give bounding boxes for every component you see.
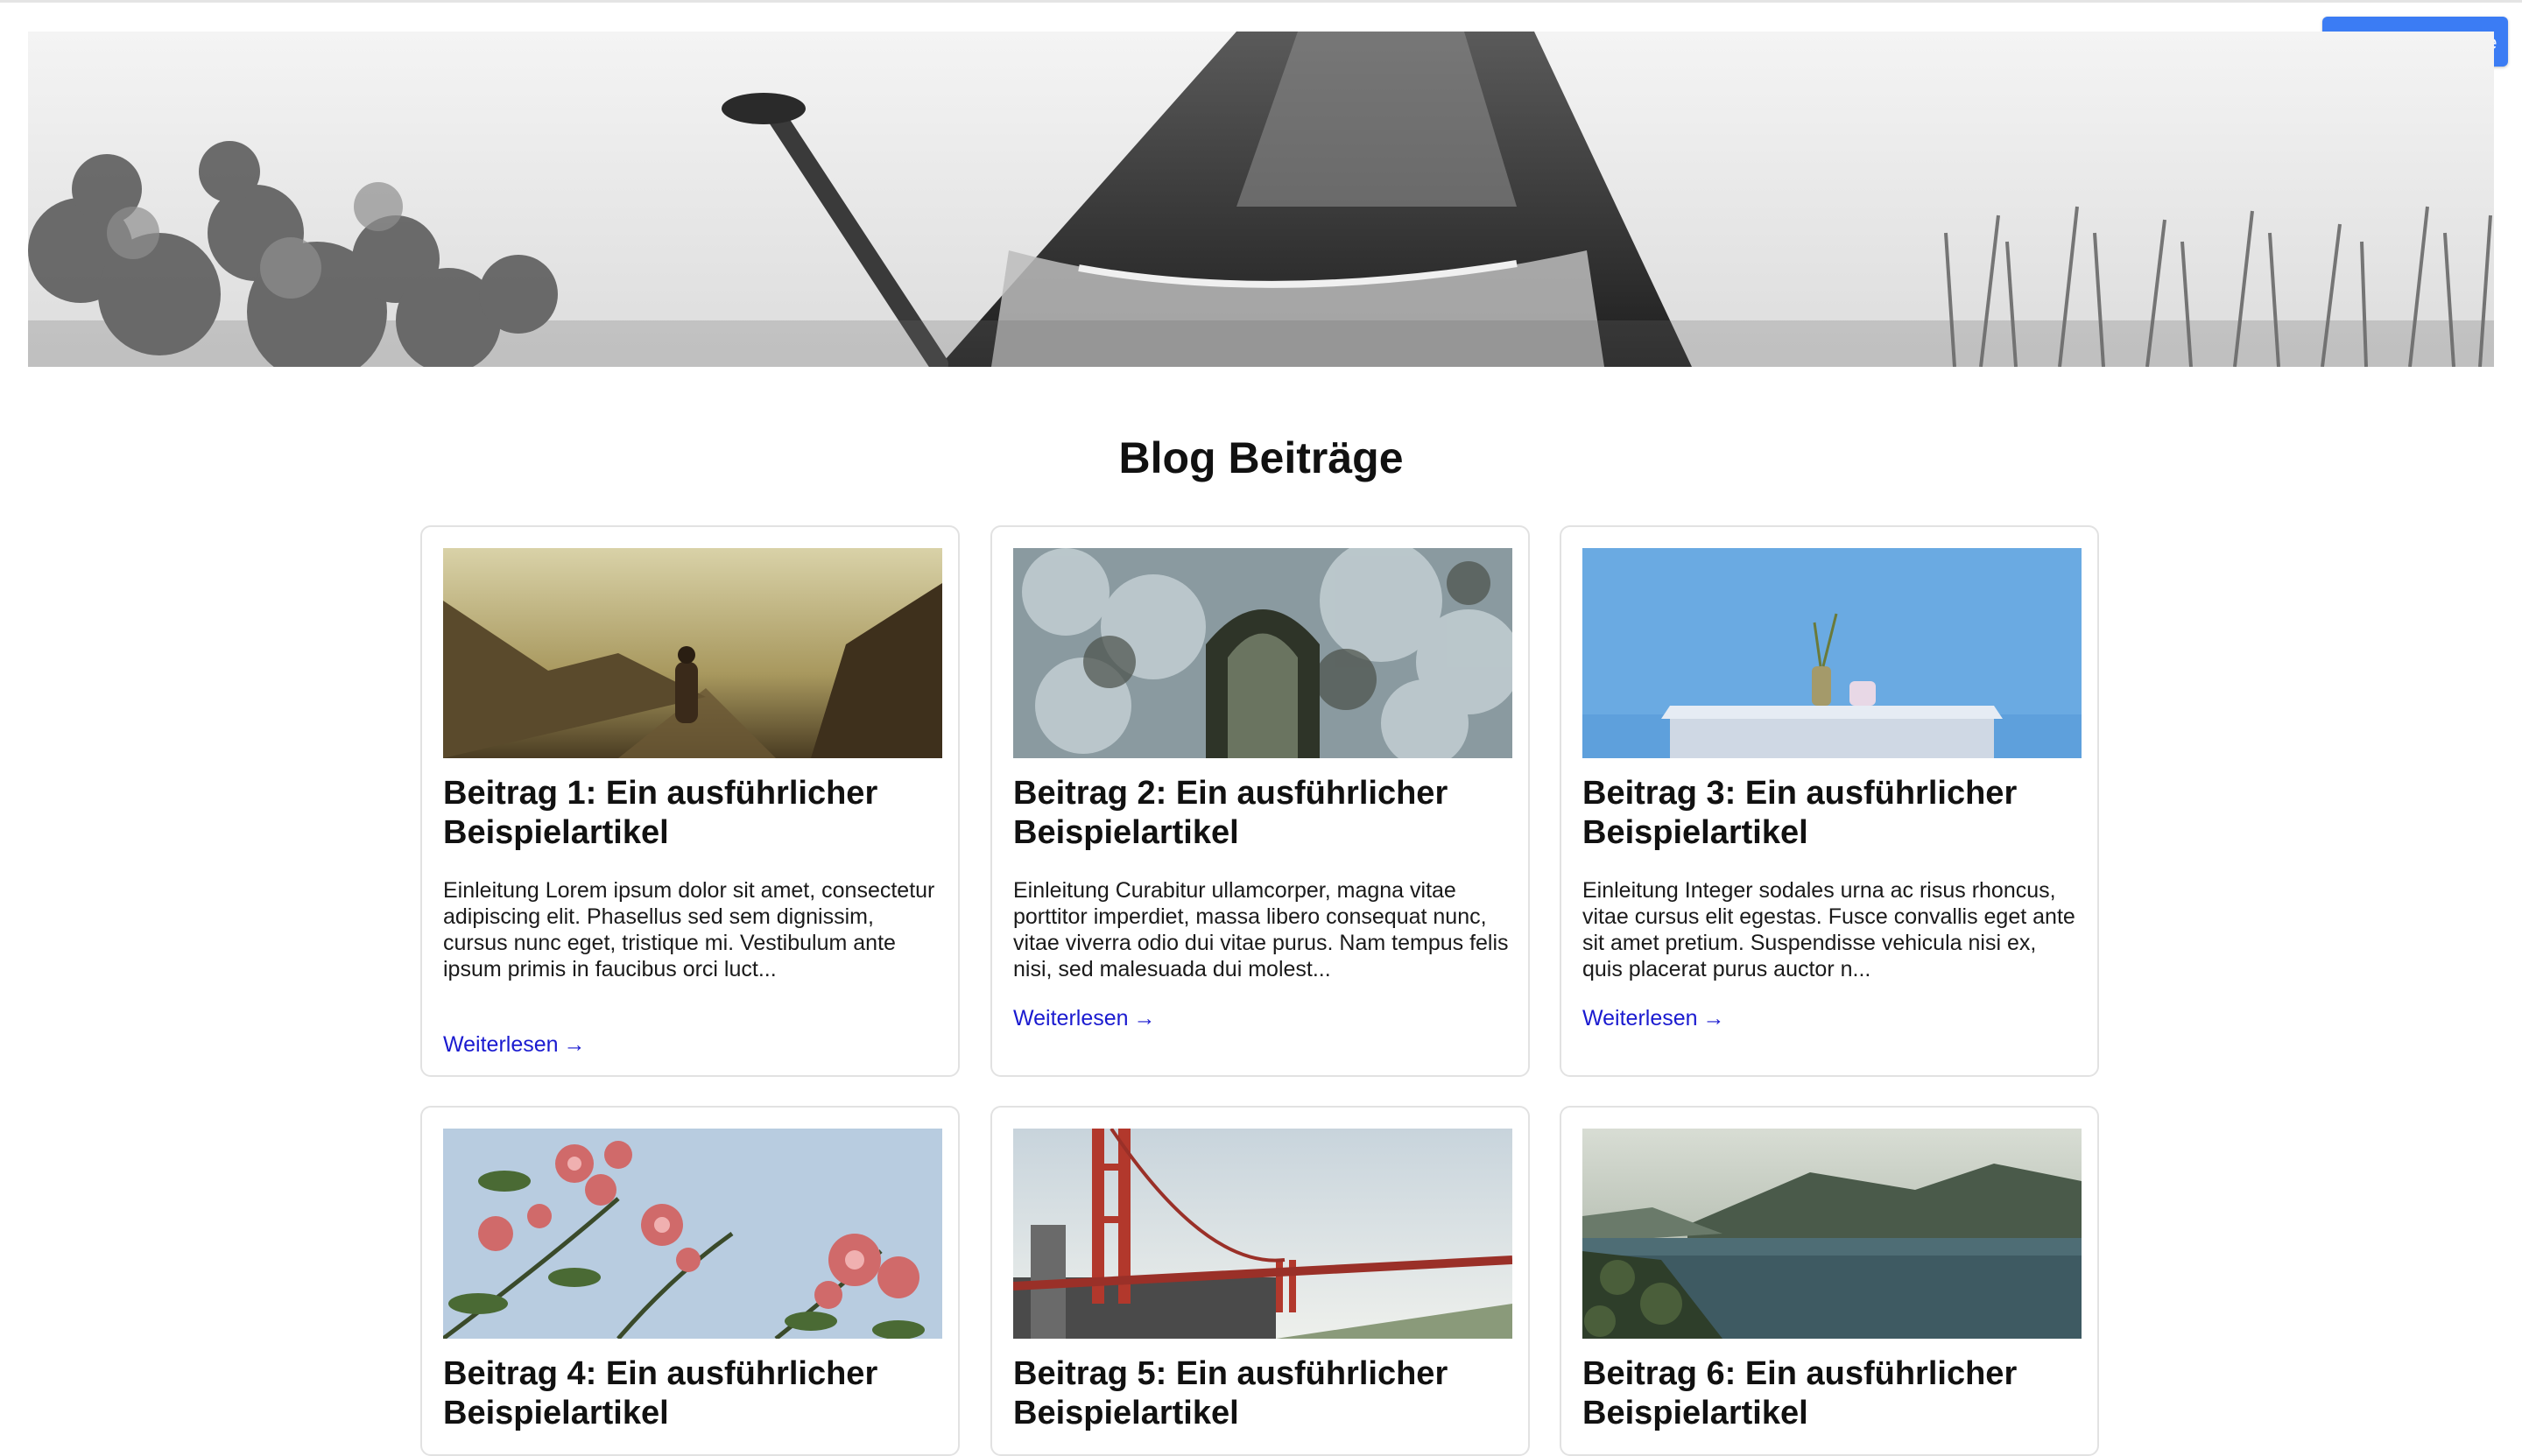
post-thumbnail[interactable] bbox=[443, 1129, 942, 1339]
post-title[interactable]: Beitrag 1: Ein ausführlicher Beispielart… bbox=[443, 774, 942, 853]
post-title[interactable]: Beitrag 2: Ein ausführlicher Beispielart… bbox=[1013, 774, 1512, 853]
post-excerpt: Einleitung Integer sodales urna ac risus… bbox=[1582, 878, 2075, 981]
read-more-link[interactable]: Weiterlesen → bbox=[1013, 1005, 1512, 1031]
post-card: Beitrag 5: Ein ausführlicher Beispielart… bbox=[990, 1106, 1530, 1456]
hero-image bbox=[28, 32, 2494, 367]
top-border bbox=[0, 0, 2522, 3]
read-more-label: Weiterlesen bbox=[1013, 1006, 1129, 1030]
read-more-link[interactable]: Weiterlesen → bbox=[443, 1031, 942, 1058]
arrow-right-icon: → bbox=[1702, 1006, 1725, 1030]
post-thumbnail[interactable] bbox=[443, 548, 942, 758]
page-title: Blog Beiträge bbox=[1118, 433, 1404, 482]
arrow-right-icon: → bbox=[1133, 1006, 1156, 1030]
post-thumbnail[interactable] bbox=[1013, 1129, 1512, 1339]
arrow-right-icon: → bbox=[563, 1032, 586, 1057]
post-title[interactable]: Beitrag 3: Ein ausführlicher Beispielart… bbox=[1582, 774, 2082, 853]
post-card: Beitrag 6: Ein ausführlicher Beispielart… bbox=[1560, 1106, 2099, 1456]
post-thumbnail[interactable] bbox=[1013, 548, 1512, 758]
post-card: Beitrag 2: Ein ausführlicher Beispielart… bbox=[990, 525, 1530, 1077]
read-more-link[interactable]: Weiterlesen → bbox=[1582, 1005, 2082, 1031]
post-excerpt: Einleitung Lorem ipsum dolor sit amet, c… bbox=[443, 878, 935, 981]
post-thumbnail[interactable] bbox=[1582, 1129, 2082, 1339]
post-card: Beitrag 1: Ein ausführlicher Beispielart… bbox=[420, 525, 960, 1077]
post-card: Beitrag 4: Ein ausführlicher Beispielart… bbox=[420, 1106, 960, 1456]
post-card: Beitrag 3: Ein ausführlicher Beispielart… bbox=[1560, 525, 2099, 1077]
post-excerpt: Einleitung Curabitur ullamcorper, magna … bbox=[1013, 878, 1509, 981]
post-thumbnail[interactable] bbox=[1582, 548, 2082, 758]
read-more-label: Weiterlesen bbox=[1582, 1006, 1698, 1030]
read-more-label: Weiterlesen bbox=[443, 1032, 559, 1057]
